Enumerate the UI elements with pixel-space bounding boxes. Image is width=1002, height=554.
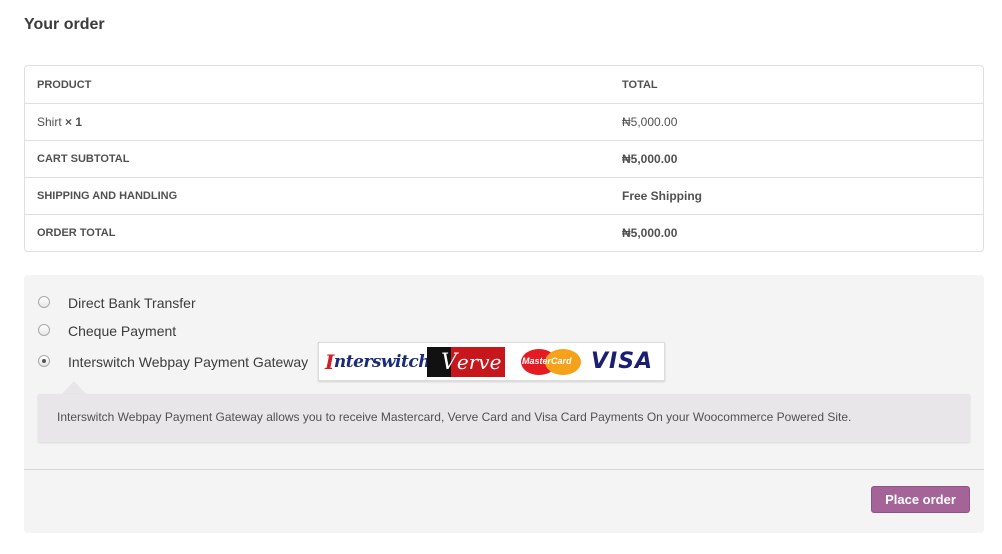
interswitch-logo: Interswitch	[325, 349, 431, 375]
mastercard-logo: MasterCard	[521, 348, 583, 375]
table-header-row: PRODUCT TOTAL	[25, 66, 983, 103]
verve-logo: Verve	[427, 346, 505, 377]
order-total-label: ORDER TOTAL	[37, 227, 116, 239]
interswitch-label[interactable]: Interswitch Webpay Payment Gateway	[68, 354, 308, 370]
table-row: SHIPPING AND HANDLING Free Shipping	[25, 177, 983, 214]
product-name: Shirt	[37, 115, 62, 129]
mastercard-logo-text: MasterCard	[522, 355, 572, 366]
product-total: ₦5,000.00	[622, 115, 678, 129]
place-order-button[interactable]: Place order	[871, 486, 970, 513]
cheque-radio[interactable]	[38, 324, 50, 336]
shipping-label: SHIPPING AND HANDLING	[37, 190, 178, 202]
cart-subtotal-label: CART SUBTOTAL	[37, 153, 130, 165]
description-arrow	[62, 381, 86, 394]
order-table: PRODUCT TOTAL Shirt × 1 ₦5,000.00 CART S…	[24, 65, 984, 252]
visa-logo: VISA	[591, 349, 654, 374]
total-column-header: TOTAL	[622, 78, 658, 91]
interswitch-radio[interactable]	[38, 355, 50, 367]
cheque-label[interactable]: Cheque Payment	[68, 323, 176, 339]
interswitch-logo-text: nterswitch	[333, 351, 431, 372]
divider	[24, 469, 984, 470]
cart-subtotal-value: ₦5,000.00	[622, 152, 678, 166]
shipping-value: Free Shipping	[622, 189, 703, 203]
bank-transfer-label[interactable]: Direct Bank Transfer	[68, 295, 196, 311]
interswitch-logo-mark: I	[325, 349, 334, 374]
card-logos: Interswitch Verve MasterCard VISA	[318, 342, 665, 381]
product-column-header: PRODUCT	[37, 78, 92, 91]
verve-logo-text: Verve	[441, 349, 502, 375]
product-quantity: × 1	[65, 115, 83, 129]
table-row: ORDER TOTAL ₦5,000.00	[25, 214, 983, 251]
table-row: CART SUBTOTAL ₦5,000.00	[25, 140, 983, 177]
bank-transfer-radio[interactable]	[38, 296, 50, 308]
page-heading: Your order	[24, 16, 105, 33]
payment-section: Direct Bank Transfer Cheque Payment Inte…	[24, 275, 984, 533]
product-cell: Shirt × 1	[25, 115, 610, 129]
table-row: Shirt × 1 ₦5,000.00	[25, 103, 983, 140]
payment-description: Interswitch Webpay Payment Gateway allow…	[38, 394, 970, 442]
order-total-value: ₦5,000.00	[622, 226, 678, 240]
